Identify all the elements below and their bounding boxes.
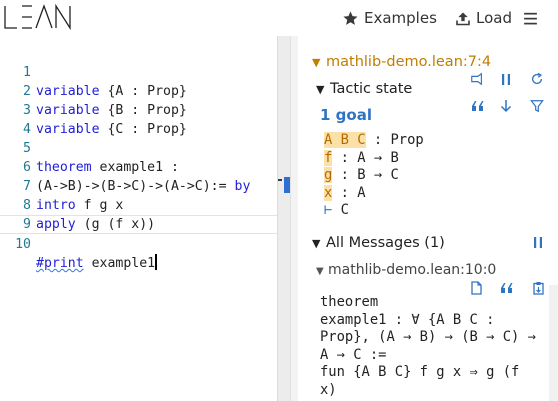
hamburger-menu-icon [524,12,537,24]
all-messages-label: All Messages (1) [326,235,445,251]
editor-line[interactable]: 1 variable {A : Prop} [0,44,277,99]
copy-to-comment-button[interactable] [468,97,486,115]
code-editor[interactable]: 1 variable {A : Prop} 2 variable {B : Pr… [0,36,277,401]
text-cursor [155,254,157,270]
expand-triangle-icon: ▼ [312,56,321,69]
tactic-state-label: Tactic state [330,81,413,97]
goal-target-line: ⊢ C [324,202,424,220]
editor-current-line[interactable]: 10 #print example1 [0,215,277,271]
line-number: 10 [15,237,31,252]
editor-line[interactable]: 7 intro f g x [0,158,277,213]
hypothesis-type[interactable]: : A → B [332,150,399,166]
quote-icon [472,101,484,111]
quote-icon [501,283,513,293]
tactic-state-header[interactable]: ▼ Tactic state [316,81,412,97]
load-label: Load [476,9,512,27]
clipboard-icon [532,282,544,295]
hypothesis-type[interactable]: : Prop [366,132,424,148]
hypothesis-line: x : A [324,184,424,203]
refresh-button[interactable] [528,70,546,88]
scroll-down-button[interactable] [497,97,515,115]
messages-pause-button[interactable] [529,233,547,251]
arrow-down-icon [500,100,512,113]
editor-line[interactable]: 8 apply (g (f x)) [0,177,277,232]
message-line: fun {A B C} f g x ⇒ g (f [320,364,520,380]
editor-line[interactable]: 5 theorem example1 : [0,120,277,175]
scrollbar-cursor-marker [278,179,282,181]
message-file-header[interactable]: ▼ mathlib-demo.lean:10:0 [316,262,496,278]
all-messages-header[interactable]: ▼ All Messages (1) [312,235,445,251]
editor-scrollbar[interactable] [277,36,290,401]
message-content: theorem example1 : ∀ {A B C : Prop}, (A … [320,294,554,399]
expand-triangle-icon: ▼ [316,266,324,277]
keyword: #print [36,256,84,271]
goal-display: A B C : Prop f : A → B g : B → C x : A ⊢… [324,132,424,220]
message-line: A → C := [320,346,387,363]
pause-icon [502,73,510,85]
goal-target[interactable]: C [332,202,349,218]
pane-divider[interactable] [290,36,298,401]
pin-icon [471,72,482,86]
pause-icon [534,236,542,248]
menu-button[interactable] [522,8,544,28]
message-line: example1 : ∀ {A B C : [320,311,495,328]
examples-label: Examples [364,9,437,27]
filter-button[interactable] [528,97,546,115]
file-icon [470,281,482,295]
filter-icon [530,100,544,113]
upload-icon [456,12,470,25]
file-position-label: mathlib-demo.lean:7:4 [326,54,492,70]
hypothesis-type[interactable]: : A [332,185,366,201]
code-text: example1 [83,256,156,271]
hypothesis-name[interactable]: A B C [324,132,366,148]
infoview-file-header[interactable]: ▼ mathlib-demo.lean:7:4 [312,54,491,70]
goal-variables-line: A B C : Prop [324,132,424,150]
refresh-icon [532,72,543,85]
message-line: theorem [320,294,379,310]
message-line: x) [320,381,337,398]
hypothesis-type[interactable]: : B → C [332,167,399,183]
editor-line[interactable]: 3 variable {C : Prop} [0,82,277,137]
editor-line[interactable]: 4 [0,101,277,137]
examples-button[interactable]: Examples [342,8,437,28]
load-button[interactable]: Load [455,8,512,28]
pin-button[interactable] [468,70,486,88]
editor-line[interactable]: 6 (A->B)->(B->C)->(A->C):= by [0,139,277,194]
expand-triangle-icon: ▼ [316,83,325,96]
hypothesis-line: f : A → B [324,149,424,168]
goal-count: 1 goal [320,106,372,124]
app-header: Examples Load [0,0,558,36]
star-icon [343,10,358,25]
hypothesis-line: g : B → C [324,167,424,185]
expand-triangle-icon: ▼ [312,237,321,250]
message-file-label: mathlib-demo.lean:10:0 [328,262,497,278]
lean-logo [4,4,71,30]
infoview-scrollbar[interactable] [549,285,558,401]
editor-line[interactable]: 2 variable {B : Prop} [0,63,277,118]
message-line: Prop}, (A → B) → (B → C) → [320,329,536,345]
infoview-panel: ▼ mathlib-demo.lean:7:4 ▼ Tactic state 1… [298,36,558,401]
editor-line[interactable]: 9 [0,196,277,232]
pause-button[interactable] [497,70,515,88]
